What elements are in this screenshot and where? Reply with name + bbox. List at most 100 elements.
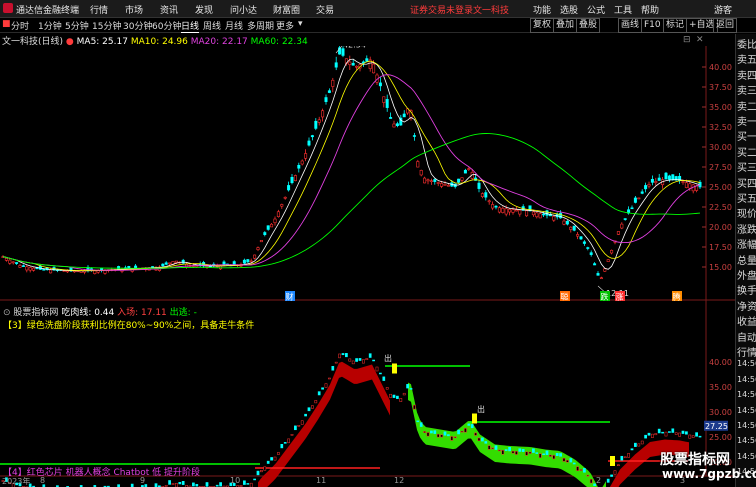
candle-body <box>283 196 287 199</box>
candle-body <box>378 82 382 87</box>
menu-wealth-circle[interactable]: 财富圈 <box>273 3 300 16</box>
candle-body <box>11 261 15 264</box>
mark-button[interactable]: 标记 <box>663 18 688 33</box>
period-60min[interactable]: 60分钟 <box>152 19 181 32</box>
indicator-candle <box>491 447 494 450</box>
indicator-candle <box>280 444 284 449</box>
side-panel-item: 涨幅 <box>737 240 756 252</box>
candle-body <box>671 174 675 181</box>
period-multi[interactable]: 多周期 <box>247 19 274 32</box>
chart-close-icon[interactable]: ✕ <box>696 35 704 45</box>
candle-body <box>300 160 304 165</box>
indicator-candle <box>351 360 355 365</box>
indicator-candle <box>552 455 556 460</box>
event-marker-label: 涨 <box>616 292 624 302</box>
indicator-candle <box>260 470 263 473</box>
candle-body <box>545 210 549 216</box>
menu-formula[interactable]: 公式 <box>587 3 605 16</box>
indicator-candle <box>430 430 433 434</box>
candle-body <box>392 123 396 128</box>
side-panel-item: 买五 <box>737 194 756 205</box>
candle-body <box>168 262 172 265</box>
period-more[interactable]: 更多 <box>276 19 294 32</box>
back-button[interactable]: 返回 <box>713 18 738 33</box>
menu-stock-pick[interactable]: 选股 <box>560 3 578 16</box>
more-dropdown-icon[interactable]: ▾ <box>298 19 303 29</box>
candle-body <box>436 182 440 184</box>
period-1min[interactable]: 1分钟 <box>38 19 62 32</box>
ma-legend: 文一科技(日线) ● MA5: 25.17 MA10: 24.96 MA20: … <box>2 34 308 47</box>
quote-side-panel: 委比 卖五 卖四 卖三 卖二 卖一 买一 买二 买三 买四 买五 现价 涨跌 涨幅 总量 外盘 换手 净资 收益 自动… <box>735 34 756 487</box>
side-panel-item[interactable]: 自动 <box>737 329 756 344</box>
indicator-candle <box>538 453 542 458</box>
indicator-candle <box>657 428 661 434</box>
indicator-candle <box>270 457 273 461</box>
candle-body <box>259 239 263 243</box>
candle-body <box>467 168 471 170</box>
menu-market-quotes[interactable]: 行情 <box>90 3 108 16</box>
indicator-candle <box>484 441 488 444</box>
side-panel-item: 14:56 <box>737 405 756 415</box>
indicator-candle <box>634 442 637 447</box>
guest-user[interactable]: 游客 <box>714 3 732 16</box>
menu-market[interactable]: 市场 <box>125 3 143 16</box>
candle-body <box>256 247 260 251</box>
candle-body <box>586 247 590 249</box>
menu-discover[interactable]: 发现 <box>195 3 213 16</box>
period-15min[interactable]: 15分钟 <box>92 19 121 32</box>
period-timeshare[interactable]: 分时 <box>11 19 29 32</box>
menu-news[interactable]: 资讯 <box>160 3 178 16</box>
f10-button[interactable]: F10 <box>641 18 664 33</box>
menu-tools[interactable]: 工具 <box>614 3 632 16</box>
indicator-candle <box>654 433 658 436</box>
indicator-candle <box>579 469 583 471</box>
draw-line-button[interactable]: 画线 <box>618 18 643 33</box>
side-panel-item: 买一 <box>737 132 756 144</box>
menu-help[interactable]: 帮助 <box>641 3 659 16</box>
draw-line-button-1[interactable]: 叠股 <box>576 18 601 33</box>
indicator-candle <box>328 377 331 380</box>
indicator-candle <box>661 431 664 434</box>
indicator-candle <box>494 445 498 450</box>
indicator-candle <box>314 400 318 404</box>
indicator-candle <box>334 361 338 364</box>
price-tag-label: 27.25 <box>705 422 728 431</box>
candle-body <box>508 209 512 213</box>
restore-rights-button[interactable]: 复权 <box>530 18 555 33</box>
period-30min[interactable]: 30分钟 <box>123 19 152 32</box>
candle-body <box>518 209 522 215</box>
indicator-candle <box>263 466 267 471</box>
indicator-candle <box>406 384 409 389</box>
login-status[interactable]: 证券交易未登录 <box>410 3 473 16</box>
candle-body <box>351 62 355 66</box>
time-label-year: 2023年 <box>2 477 31 486</box>
indicator-candle <box>528 451 532 454</box>
indicator-candle <box>311 405 314 409</box>
y-tick-label: 30.00 <box>709 143 732 152</box>
indicator-candle <box>457 429 460 435</box>
indicator-candle <box>559 453 562 457</box>
indicator-candle <box>321 387 324 390</box>
period-5min[interactable]: 5分钟 <box>65 19 89 32</box>
menu-trade[interactable]: 交易 <box>316 3 334 16</box>
period-weekly[interactable]: 周线 <box>203 19 221 32</box>
menu-ask-assistant[interactable]: 问小达 <box>230 3 257 16</box>
menu-function[interactable]: 功能 <box>533 3 551 16</box>
overlay-button[interactable]: 叠加 <box>553 18 578 33</box>
trading-terminal-window: 通达信金融终端 行情 市场 资讯 发现 问小达 财富圈 交易 证券交易未登录 文… <box>0 0 756 487</box>
kline-chart[interactable]: 40.00 37.50 35.00 32.50 30.00 27.50 25.00 22.50… <box>0 46 735 487</box>
period-daily[interactable]: 日线 <box>181 19 200 33</box>
candle-body <box>423 177 427 184</box>
candle-body <box>341 48 345 56</box>
indicator-candle <box>304 413 307 417</box>
indicator-candle <box>358 358 362 361</box>
y-tick-label: 35.00 <box>709 103 732 112</box>
indicator-settings-icon[interactable]: ⊙ <box>3 308 11 318</box>
indicator-exit-value: 出逃: - <box>169 308 197 318</box>
candle-body <box>253 254 257 259</box>
indicator-candle <box>464 428 467 433</box>
period-monthly[interactable]: 月线 <box>225 19 243 32</box>
chart-settings-icon[interactable]: ⊟ <box>683 35 691 45</box>
candle-body <box>276 211 280 217</box>
side-panel-item[interactable]: 行情 <box>737 344 756 359</box>
